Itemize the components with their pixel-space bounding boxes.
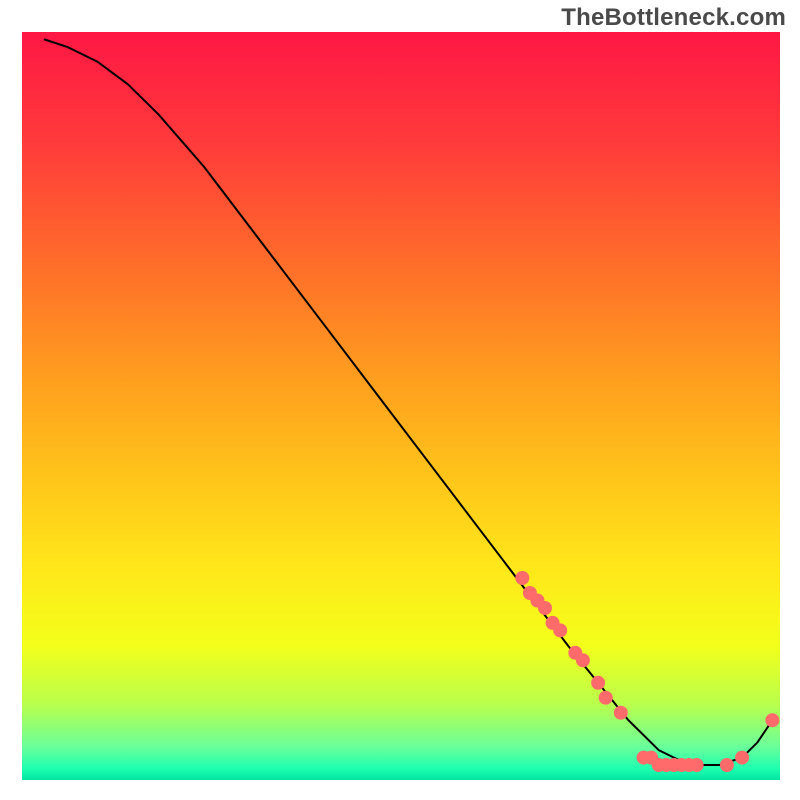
chart-background xyxy=(22,32,780,780)
point-highlight-points xyxy=(735,751,749,765)
point-highlight-points xyxy=(765,713,779,727)
point-highlight-points xyxy=(515,571,529,585)
point-highlight-points xyxy=(690,758,704,772)
point-highlight-points xyxy=(591,676,605,690)
chart-container: TheBottleneck.com xyxy=(0,0,800,800)
point-highlight-points xyxy=(553,623,567,637)
point-highlight-points xyxy=(599,691,613,705)
watermark-text: TheBottleneck.com xyxy=(561,4,786,32)
point-highlight-points xyxy=(720,758,734,772)
point-highlight-points xyxy=(614,706,628,720)
point-highlight-points xyxy=(576,653,590,667)
point-highlight-points xyxy=(538,601,552,615)
bottleneck-chart xyxy=(0,0,800,800)
